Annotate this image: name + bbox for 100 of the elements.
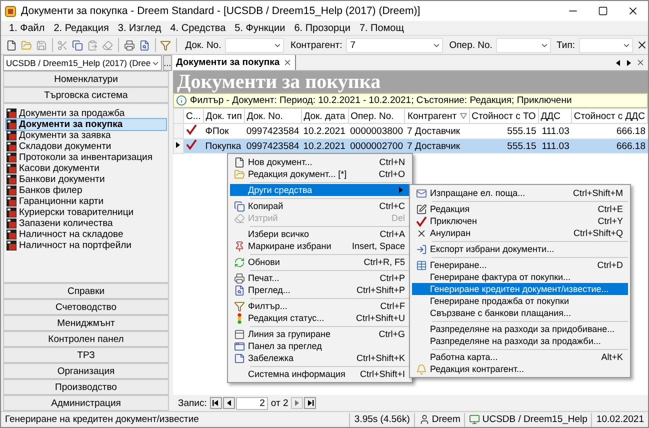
menu-item[interactable]: Генериране кредитен документ/известие... [412, 283, 628, 295]
menu-bar-item[interactable]: 7. Помощ [359, 22, 404, 34]
menu-item[interactable]: Други средства [230, 184, 410, 196]
menu-item[interactable]: Генериране продажба от покупки [412, 295, 628, 307]
menu-item[interactable]: Приключен Ctrl+Y [412, 215, 628, 227]
menu-item[interactable]: Панел за преглед [230, 340, 410, 352]
previous-icon [224, 399, 233, 407]
section-button[interactable]: Търговска система [3, 87, 169, 103]
sidebar-item[interactable]: Наличност на складове [6, 229, 166, 240]
menu-item[interactable]: Генериране фактура от покупки... [412, 271, 628, 283]
preview-button[interactable] [138, 38, 151, 52]
eraser-icon [102, 40, 114, 50]
sidebar-item[interactable]: Наличност на портфейли [6, 240, 166, 251]
column-header[interactable]: Стойност с ДДС [571, 108, 648, 124]
menu-item[interactable]: Свързване с банкови плащания... [412, 307, 628, 319]
sidebar-item[interactable]: Запазени количества [6, 218, 166, 229]
section-button[interactable]: Контролен панел [3, 331, 169, 347]
combo-box[interactable]: 7 [346, 38, 444, 52]
menu-bar-item[interactable]: 2. Редакция [54, 22, 109, 34]
column-header[interactable]: Стойност с ТО [469, 108, 538, 124]
table-cell: Покупка [203, 138, 244, 154]
table-cell: 0000002700 [348, 138, 405, 154]
section-button[interactable]: Производство [3, 379, 169, 395]
column-header[interactable]: Док. No. [244, 108, 302, 124]
menu-item[interactable]: Филтър... Ctrl+F [230, 300, 410, 312]
shortcut-text: Ctrl+Shift+I [360, 369, 405, 379]
note-icon [234, 352, 244, 364]
column-header[interactable]: Док. дата [301, 108, 348, 124]
previous-record-button[interactable] [222, 397, 235, 409]
tab[interactable]: Документи за покупка [173, 55, 296, 70]
sidebar-item[interactable]: Банков филер [6, 185, 166, 196]
status-message: Генериране на кредитен документ/известие [5, 414, 199, 425]
next-record-button[interactable] [291, 397, 304, 409]
section-button[interactable]: Организация [3, 363, 169, 379]
menu-item[interactable]: Изпращане ел. поща... Ctrl+Shift+M [412, 187, 628, 199]
menu-bar-item[interactable]: 1. Файл [9, 22, 45, 34]
sidebar-item[interactable]: Банкови документи [6, 174, 166, 185]
section-button[interactable]: Администрация [3, 395, 169, 411]
menu-item[interactable]: Разпределяне на разходи за придобиване... [412, 323, 628, 335]
column-header[interactable]: Опер. No. [348, 108, 405, 124]
menu-bar-item[interactable]: 5. Функции [234, 22, 286, 34]
menu-item[interactable]: Обнови Ctrl+R, F5 [230, 256, 410, 268]
menu-item[interactable]: Линия за групиране Ctrl+G [230, 328, 410, 340]
sidebar-item[interactable]: Документи за заявка [6, 130, 166, 141]
menu-item[interactable]: Редакция документ... [*] Ctrl+O [230, 168, 410, 180]
field-label: Док. No. [185, 40, 222, 50]
menu-item[interactable]: Редакция контрагент... [412, 363, 628, 375]
menu-bar-item[interactable]: 4. Средства [170, 22, 226, 34]
column-header[interactable]: Контрагент [404, 108, 470, 124]
menu-item[interactable]: Печат... Ctrl+P [230, 272, 410, 284]
menu-item[interactable]: Преглед... Ctrl+Shift+P [230, 284, 410, 296]
right-arrow-icon [625, 58, 633, 66]
menu-bar-item[interactable]: 3. Изглед [118, 22, 162, 34]
shortcut-text: Ctrl+A [380, 229, 405, 239]
menu-item[interactable]: Системна информация Ctrl+Shift+I [230, 368, 410, 380]
menu-item[interactable]: Анулиран Ctrl+Shift+Q [412, 227, 628, 239]
sidebar-item[interactable]: Гаранционни карти [6, 196, 166, 207]
section-button[interactable]: ТРЗ [3, 347, 169, 363]
menu-item[interactable]: Експорт избрани документи... [412, 243, 628, 255]
database-selector[interactable]: UCSDB / Dreem15_Help (2017) (Dree [3, 55, 162, 71]
copy-button[interactable] [71, 38, 84, 52]
first-record-button[interactable] [210, 397, 222, 409]
section-button[interactable]: Номенклатури [3, 71, 169, 87]
section-button[interactable]: Справки [3, 283, 169, 299]
menu-item[interactable]: Нов документ... Ctrl+N [230, 156, 410, 168]
menu-item[interactable]: Работна карта... Alt+K [412, 351, 628, 363]
sidebar-item[interactable]: Складови документи [6, 141, 166, 152]
close-icon [627, 5, 639, 17]
menu-bar-item[interactable]: 6. Прозорци [294, 22, 350, 34]
document-icon [6, 119, 17, 130]
last-icon [306, 399, 314, 407]
shortcut-text: Ctrl+Shift+U [356, 313, 405, 323]
document-icon [6, 229, 17, 240]
record-total: от 2 [270, 398, 288, 408]
filter-text: Филтър - Документ: Период: 10.2.2021 - 10.2.2021; Състояние: Редакция; Приключени [190, 95, 572, 106]
sidebar-item[interactable]: Куриерски товарителници [6, 207, 166, 218]
new-button[interactable] [5, 38, 18, 52]
menu-item[interactable]: Разпределяне на разходи за продажби... [412, 335, 628, 347]
section-button[interactable]: Мениджмънт [3, 315, 169, 331]
menu-item[interactable]: Генериране... Ctrl+D [412, 259, 628, 271]
print-button[interactable] [122, 38, 136, 52]
sidebar-item[interactable]: Протоколи за инвентаризация [6, 152, 166, 163]
column-header[interactable]: С... [184, 108, 204, 124]
menu-item[interactable]: Редакция Ctrl+E [412, 203, 628, 215]
column-header[interactable]: ДДС [538, 108, 572, 124]
browse-button[interactable]: ... [162, 55, 172, 71]
menu-item[interactable]: Забележка Ctrl+Shift+K [230, 352, 410, 364]
column-header[interactable]: Док. тип [203, 108, 244, 124]
sidebar-item[interactable]: Документи за покупка [6, 119, 166, 130]
sidebar-item[interactable]: Документи за продажба [6, 108, 166, 119]
record-field[interactable]: 2 [236, 396, 268, 410]
menu-item[interactable]: Редакция статус... Ctrl+Shift+U [230, 312, 410, 324]
last-record-button[interactable] [304, 397, 316, 409]
window-icon [234, 340, 244, 352]
menu-item[interactable]: Маркиране избрани Insert, Space [230, 240, 410, 252]
section-button[interactable]: Счетоводство [3, 299, 169, 315]
filter-icon [160, 40, 172, 50]
sidebar-item[interactable]: Касови документи [6, 163, 166, 174]
menu-item[interactable]: Избери всичко Ctrl+A [230, 228, 410, 240]
menu-item[interactable]: Копирай Ctrl+C [230, 200, 410, 212]
